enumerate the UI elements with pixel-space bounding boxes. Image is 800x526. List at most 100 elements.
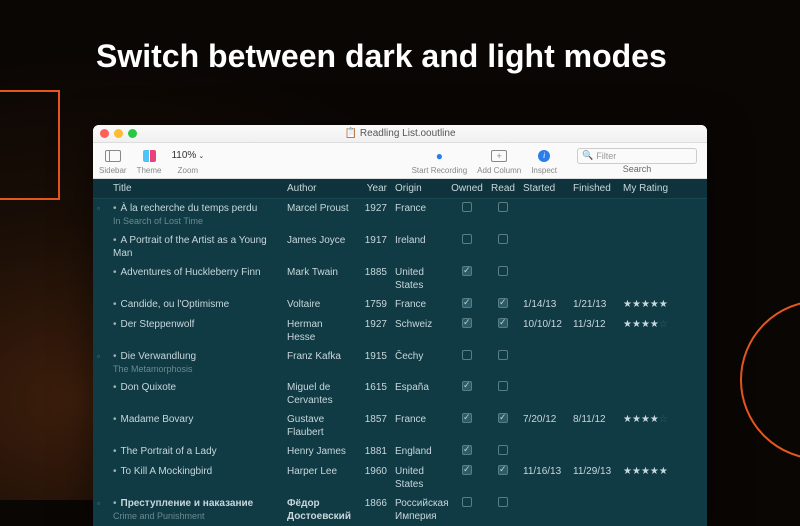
disclosure-icon[interactable]: ▫ xyxy=(97,204,105,212)
cell-title: •The Portrait of a Lady xyxy=(109,445,283,458)
checkbox[interactable] xyxy=(462,445,472,455)
window-titlebar[interactable]: 📋Readling List.ooutline xyxy=(93,125,707,143)
cell-rating[interactable]: ★★★★★ xyxy=(619,465,679,478)
table-row[interactable]: ▫•À la recherche du temps perduIn Search… xyxy=(93,199,707,231)
cell-owned xyxy=(447,202,487,216)
chevron-down-icon: ⌄ xyxy=(198,152,204,160)
cell-year: 1615 xyxy=(357,381,391,394)
table-row[interactable]: •Candide, ou l'OptimismeVoltaire1759Fran… xyxy=(93,295,707,315)
cell-rating[interactable]: ★★★★☆ xyxy=(619,318,679,331)
cell-year: 1927 xyxy=(357,202,391,215)
cell-author: Harper Lee xyxy=(283,465,357,478)
cell-owned xyxy=(447,465,487,479)
checkbox[interactable] xyxy=(462,318,472,328)
cell-rating[interactable]: ★★★★★ xyxy=(619,298,679,311)
cell-finished: 11/29/13 xyxy=(569,465,619,478)
checkbox[interactable] xyxy=(462,497,472,507)
checkbox[interactable] xyxy=(462,465,472,475)
cell-year: 1881 xyxy=(357,445,391,458)
checkbox[interactable] xyxy=(498,465,508,475)
inspect-button[interactable]: i Inspect xyxy=(531,147,557,175)
checkbox[interactable] xyxy=(462,350,472,360)
cell-owned xyxy=(447,318,487,332)
table-row[interactable]: •A Portrait of the Artist as a Young Man… xyxy=(93,231,707,263)
theme-toggle[interactable]: Theme xyxy=(137,147,162,175)
cell-title: •Madame Bovary xyxy=(109,413,283,426)
checkbox[interactable] xyxy=(498,381,508,391)
col-header-finished[interactable]: Finished xyxy=(569,183,619,194)
checkbox[interactable] xyxy=(498,318,508,328)
cell-owned xyxy=(447,266,487,280)
cell-title: •To Kill A Mockingbird xyxy=(109,465,283,478)
cell-rating[interactable]: ★★★★☆ xyxy=(619,413,679,426)
table-row[interactable]: •To Kill A MockingbirdHarper Lee1960Unit… xyxy=(93,462,707,494)
col-header-rating[interactable]: My Rating xyxy=(619,183,679,194)
checkbox[interactable] xyxy=(462,234,472,244)
checkbox[interactable] xyxy=(498,202,508,212)
checkbox[interactable] xyxy=(498,350,508,360)
checkbox[interactable] xyxy=(498,413,508,423)
start-recording-button[interactable]: ● Start Recording xyxy=(412,147,468,175)
table-row[interactable]: ▫•Преступление и наказаниеCrime and Puni… xyxy=(93,494,707,526)
cell-finished: 11/3/12 xyxy=(569,318,619,331)
cell-author: Voltaire xyxy=(283,298,357,311)
cell-owned xyxy=(447,445,487,459)
checkbox[interactable] xyxy=(462,202,472,212)
decorative-square xyxy=(0,90,60,200)
cell-origin: Российская Империя xyxy=(391,497,447,523)
grid-header: Title Author Year Origin Owned Read Star… xyxy=(93,179,707,199)
table-row[interactable]: ▫•Die VerwandlungThe MetamorphosisFranz … xyxy=(93,347,707,379)
checkbox[interactable] xyxy=(462,298,472,308)
checkbox[interactable] xyxy=(498,445,508,455)
table-row[interactable]: •Don QuixoteMiguel de Cervantes1615Españ… xyxy=(93,378,707,410)
cell-year: 1927 xyxy=(357,318,391,331)
cell-year: 1759 xyxy=(357,298,391,311)
cell-origin: Schweiz xyxy=(391,318,447,331)
cell-title: •Don Quixote xyxy=(109,381,283,394)
cell-author: Фёдор Достоевский xyxy=(283,497,357,523)
theme-icon xyxy=(143,150,156,162)
cell-finished: 8/11/12 xyxy=(569,413,619,426)
cell-read xyxy=(487,202,519,216)
table-row[interactable]: •Adventures of Huckleberry FinnMark Twai… xyxy=(93,263,707,295)
col-header-year[interactable]: Year xyxy=(357,183,391,194)
col-header-started[interactable]: Started xyxy=(519,183,569,194)
checkbox[interactable] xyxy=(498,234,508,244)
checkbox[interactable] xyxy=(498,298,508,308)
cell-read xyxy=(487,465,519,479)
sidebar-icon xyxy=(105,150,121,162)
checkbox[interactable] xyxy=(462,266,472,276)
cell-author: Marcel Proust xyxy=(283,202,357,215)
disclosure-icon[interactable]: ▫ xyxy=(97,499,105,507)
cell-year: 1917 xyxy=(357,234,391,247)
cell-finished: 1/21/13 xyxy=(569,298,619,311)
cell-owned xyxy=(447,413,487,427)
disclosure-icon[interactable]: ▫ xyxy=(97,352,105,360)
zoom-dropdown[interactable]: 110%⌄ Zoom xyxy=(171,147,204,175)
col-header-author[interactable]: Author xyxy=(283,183,357,194)
col-header-read[interactable]: Read xyxy=(487,183,519,194)
col-header-title[interactable]: Title xyxy=(109,183,283,194)
cell-year: 1960 xyxy=(357,465,391,478)
cell-read xyxy=(487,298,519,312)
col-header-origin[interactable]: Origin xyxy=(391,183,447,194)
search-input[interactable]: 🔍 Filter xyxy=(577,148,697,164)
toolbar: Sidebar Theme 110%⌄ Zoom ● Start Recordi… xyxy=(93,143,707,179)
sidebar-toggle[interactable]: Sidebar xyxy=(99,147,127,175)
checkbox[interactable] xyxy=(498,266,508,276)
checkbox[interactable] xyxy=(462,413,472,423)
cell-read xyxy=(487,413,519,427)
data-grid: Title Author Year Origin Owned Read Star… xyxy=(93,179,707,526)
col-header-owned[interactable]: Owned xyxy=(447,183,487,194)
cell-year: 1866 xyxy=(357,497,391,510)
checkbox[interactable] xyxy=(462,381,472,391)
cell-author: James Joyce xyxy=(283,234,357,247)
cell-year: 1857 xyxy=(357,413,391,426)
table-row[interactable]: •The Portrait of a LadyHenry James1881En… xyxy=(93,442,707,462)
add-column-button[interactable]: + Add Column xyxy=(477,147,521,175)
cell-read xyxy=(487,445,519,459)
table-row[interactable]: •Madame BovaryGustave Flaubert1857France… xyxy=(93,410,707,442)
cell-read xyxy=(487,234,519,248)
table-row[interactable]: •Der SteppenwolfHerman Hesse1927Schweiz1… xyxy=(93,315,707,347)
checkbox[interactable] xyxy=(498,497,508,507)
